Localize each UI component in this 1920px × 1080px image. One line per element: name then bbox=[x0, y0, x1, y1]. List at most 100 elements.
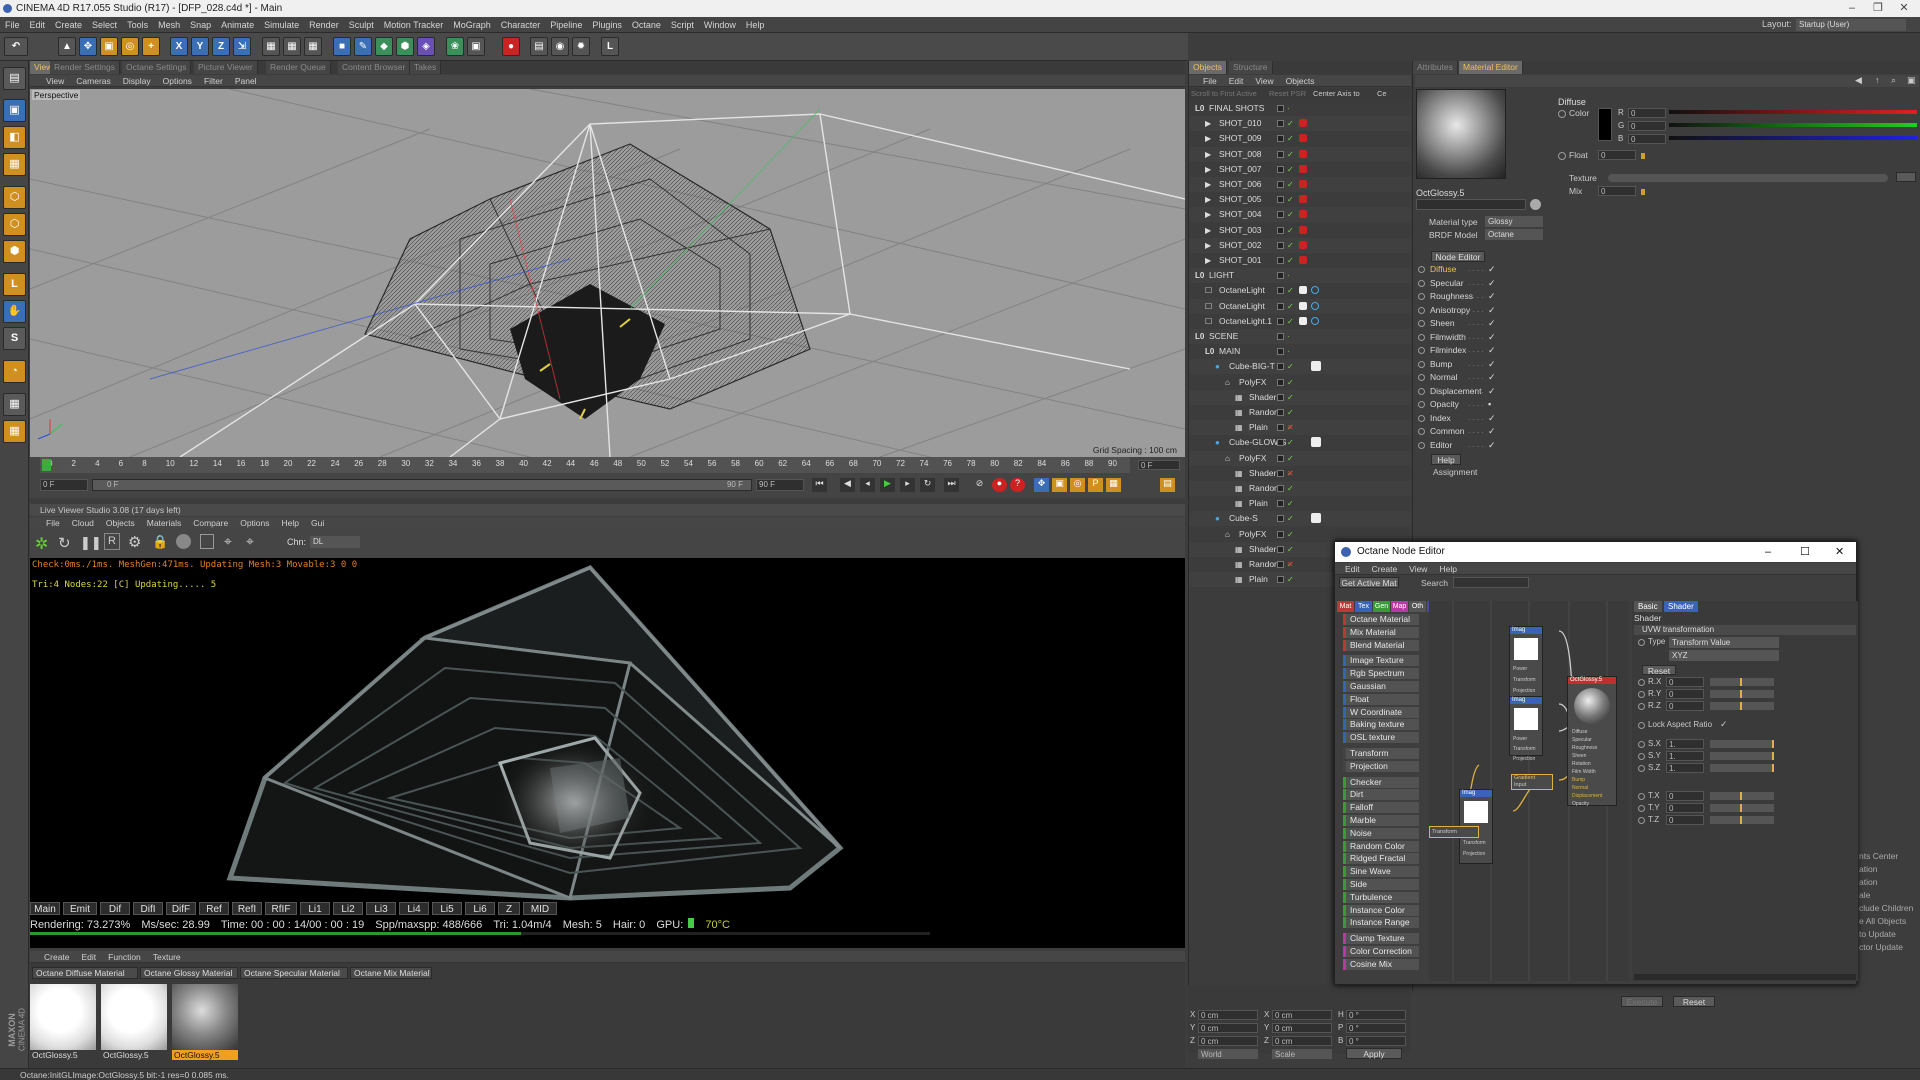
rotation-order-select[interactable]: XYZ bbox=[1669, 650, 1779, 661]
coordinate-field[interactable]: 0 cm bbox=[1272, 1010, 1332, 1020]
node-category-tab[interactable]: Mat bbox=[1337, 601, 1354, 612]
material-preview[interactable] bbox=[1416, 89, 1506, 179]
transform-slider[interactable] bbox=[1710, 804, 1774, 812]
object-visible-check-icon[interactable]: · bbox=[1287, 101, 1290, 116]
menu-pipeline[interactable]: Pipeline bbox=[545, 17, 587, 33]
object-visible-check-icon[interactable]: ✓ bbox=[1287, 527, 1294, 542]
coordinate-field[interactable]: 0 ° bbox=[1346, 1010, 1406, 1020]
object-layer-box[interactable] bbox=[1277, 393, 1284, 401]
node-list-item[interactable]: Marble bbox=[1343, 815, 1419, 826]
live-viewer-render[interactable]: Check:0ms./1ms. MeshGen:471ms. Updating … bbox=[30, 558, 1185, 948]
material-name-field[interactable] bbox=[1416, 199, 1526, 210]
solo-icon[interactable]: S bbox=[3, 327, 26, 350]
subdivision-icon[interactable]: ◆ bbox=[375, 37, 393, 56]
channel-enable-check-icon[interactable]: ✓ bbox=[1488, 386, 1496, 397]
material-channel-row[interactable]: Normal . . . . ✓ bbox=[1418, 372, 1548, 384]
node-graph-area[interactable]: Imag Power Transform Projection Imag Power… bbox=[1429, 601, 1629, 981]
node-list-item[interactable]: Rgb Spectrum bbox=[1343, 668, 1419, 680]
edges-mode-icon[interactable]: ⬡ bbox=[3, 213, 26, 236]
octglossy-material-node[interactable]: OctGlossy.5 Diffuse Specular Roughness Shee… bbox=[1567, 676, 1617, 807]
node-list-item[interactable]: W Coordinate bbox=[1343, 706, 1419, 718]
object-row[interactable]: L0 FINAL SHOTS · bbox=[1189, 101, 1411, 116]
z-axis-button[interactable]: Z bbox=[212, 37, 230, 56]
coordinate-system-icon[interactable]: ⇲ bbox=[233, 37, 251, 56]
object-row[interactable]: L0 MAIN · bbox=[1189, 344, 1411, 359]
camera-tag-icon[interactable] bbox=[1299, 164, 1307, 173]
object-layer-box[interactable] bbox=[1277, 561, 1284, 568]
next-frame-icon[interactable]: ▸ bbox=[900, 478, 915, 492]
cube-primitive-icon[interactable]: ■ bbox=[333, 37, 351, 56]
object-layer-box[interactable] bbox=[1277, 226, 1284, 234]
material-filter-tab[interactable]: Octane Diffuse Material bbox=[32, 967, 138, 979]
light-tag-icon[interactable] bbox=[1299, 316, 1307, 325]
object-row[interactable]: ▦ Shader ✓ bbox=[1189, 389, 1411, 405]
object-layer-box[interactable] bbox=[1277, 348, 1284, 356]
reset-transform-button[interactable]: Reset bbox=[1642, 665, 1676, 676]
end-frame-field[interactable]: 90 F bbox=[756, 479, 804, 491]
object-visible-check-icon[interactable]: ✓ bbox=[1287, 572, 1294, 587]
settings-gear-icon[interactable]: ⚙ bbox=[128, 533, 141, 551]
menu-mograph[interactable]: MoGraph bbox=[448, 17, 496, 33]
node-list-item[interactable]: Instance Color bbox=[1343, 904, 1419, 916]
menu-plugins[interactable]: Plugins bbox=[587, 17, 627, 33]
object-layer-box[interactable] bbox=[1277, 409, 1284, 416]
key-param-icon[interactable]: P bbox=[1088, 478, 1103, 492]
object-layer-box[interactable] bbox=[1277, 363, 1284, 371]
play-icon[interactable]: ▶ bbox=[880, 478, 895, 492]
minimize-icon[interactable]: – bbox=[1840, 0, 1864, 17]
object-layer-box[interactable] bbox=[1277, 515, 1284, 523]
node-list-item[interactable]: Falloff bbox=[1343, 802, 1419, 814]
node-list-item[interactable]: Sine Wave bbox=[1343, 866, 1419, 878]
node-editor-menu-view[interactable]: View bbox=[1403, 563, 1433, 575]
help-button[interactable]: Help bbox=[1431, 454, 1461, 465]
node-search-input[interactable] bbox=[1453, 577, 1529, 588]
prev-frame-icon[interactable]: ◂ bbox=[860, 478, 875, 492]
material-tag-icon[interactable] bbox=[1311, 361, 1321, 372]
objects-menu-view[interactable]: View bbox=[1249, 75, 1279, 87]
workplane-mode-icon[interactable]: ▦ bbox=[3, 153, 26, 176]
pass-tab-li1[interactable]: Li1 bbox=[300, 902, 330, 915]
cloner-icon[interactable]: ⬢ bbox=[396, 37, 414, 56]
object-row[interactable]: ▶ SHOT_004 ✓ bbox=[1189, 207, 1411, 223]
object-layer-box[interactable] bbox=[1277, 576, 1284, 584]
object-row[interactable]: ⌂ PolyFX ✓ bbox=[1189, 375, 1411, 390]
node-list-item[interactable]: Ridged Fractal bbox=[1343, 853, 1419, 865]
node-editor-menu-help[interactable]: Help bbox=[1433, 563, 1462, 575]
key-pla-icon[interactable]: ▦ bbox=[1106, 478, 1121, 492]
coordinate-field[interactable]: 0 ° bbox=[1346, 1036, 1406, 1046]
workplane-grid-icon[interactable]: ▦ bbox=[3, 393, 26, 416]
type-radio-icon[interactable] bbox=[1638, 639, 1645, 646]
transform-slider-handle[interactable] bbox=[1740, 702, 1742, 710]
transform-slider[interactable] bbox=[1710, 702, 1774, 710]
material-channel-row[interactable]: Anisotropy. . . . ✓ bbox=[1418, 305, 1548, 317]
object-red-x-icon[interactable]: ✕ bbox=[1287, 466, 1294, 481]
object-row[interactable]: ▶ SHOT_006 ✓ bbox=[1189, 177, 1411, 192]
node-editor-minimize-icon[interactable]: – bbox=[1765, 542, 1771, 562]
channel-enable-check-icon[interactable]: ✓ bbox=[1488, 345, 1496, 356]
move-icon[interactable]: ✥ bbox=[79, 37, 97, 56]
snap-icon[interactable]: ◔ bbox=[3, 360, 26, 383]
transform-field[interactable]: 0 bbox=[1666, 701, 1704, 711]
pause-render-icon[interactable]: ❚❚ bbox=[80, 535, 102, 551]
timeline-window-icon[interactable]: ▤ bbox=[1160, 478, 1175, 492]
node-list-item[interactable]: Clamp Texture bbox=[1343, 933, 1419, 945]
coordinate-apply-button[interactable]: Apply bbox=[1346, 1048, 1402, 1059]
menu-window[interactable]: Window bbox=[699, 17, 741, 33]
record-keys-icon[interactable]: ⊘ bbox=[972, 478, 987, 492]
object-row[interactable]: ▦ Random ✓ bbox=[1189, 405, 1411, 420]
texture-menu-button[interactable] bbox=[1896, 172, 1916, 182]
object-layer-box[interactable] bbox=[1277, 500, 1284, 508]
camera-tag-icon[interactable] bbox=[1299, 240, 1307, 249]
object-row[interactable]: ▶ SHOT_003 ✓ bbox=[1189, 223, 1411, 238]
transform-slider-handle[interactable] bbox=[1772, 752, 1774, 760]
node-list-item[interactable]: Float bbox=[1343, 693, 1419, 705]
tab-octane-settings[interactable]: Octane Settings bbox=[122, 61, 192, 74]
octane-light-tag-icon[interactable] bbox=[1311, 301, 1319, 310]
attr-tab-material-editor[interactable]: Material Editor bbox=[1459, 61, 1523, 74]
camera-tag-icon[interactable] bbox=[1299, 195, 1307, 204]
object-visible-check-icon[interactable]: ✓ bbox=[1287, 223, 1294, 238]
camera-tag-icon[interactable] bbox=[1299, 225, 1307, 234]
float-radio-icon[interactable] bbox=[1558, 152, 1566, 160]
objects-menu-edit[interactable]: Edit bbox=[1223, 75, 1250, 87]
object-visible-check-icon[interactable]: ✓ bbox=[1287, 162, 1294, 177]
